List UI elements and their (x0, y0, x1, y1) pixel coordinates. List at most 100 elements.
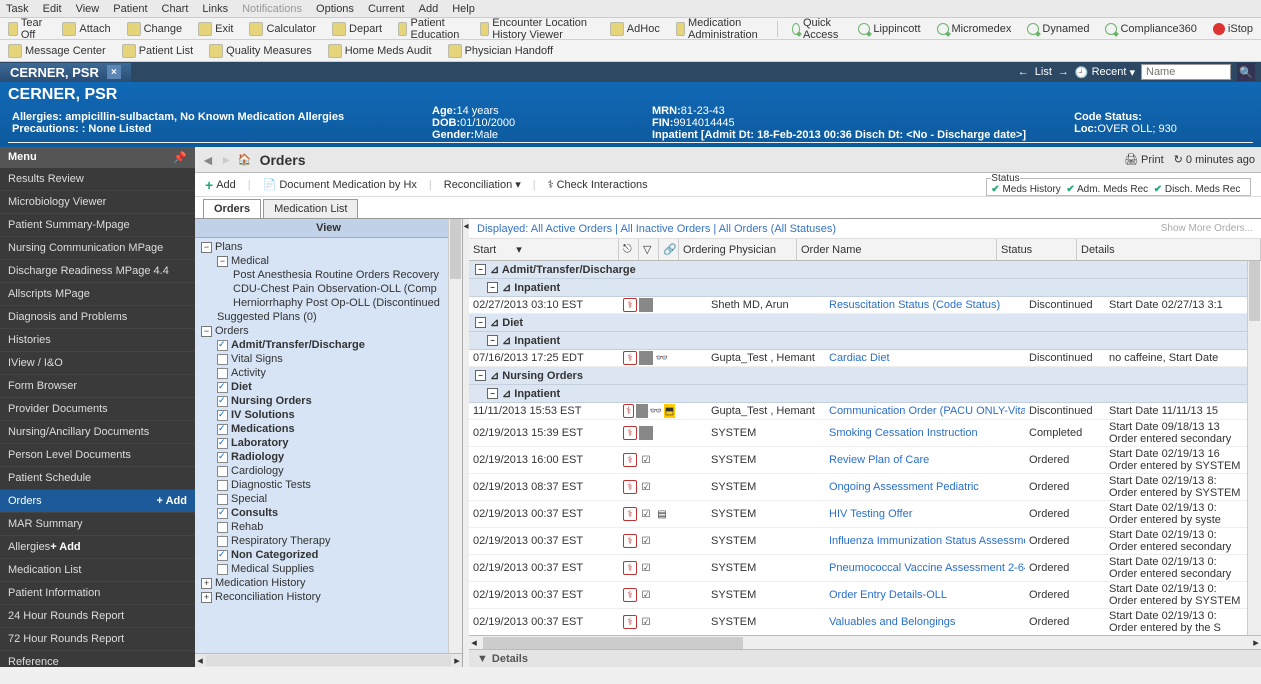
tb-change[interactable]: Change (123, 21, 187, 37)
sidebar-item-orders[interactable]: Orders+ Add (0, 490, 195, 513)
home-icon[interactable]: 🏠 (238, 153, 252, 166)
tree-plans[interactable]: −Plans (195, 240, 462, 254)
filter-bar[interactable]: Displayed: All Active Orders | All Inact… (469, 219, 1261, 239)
show-more-orders[interactable]: Show More Orders... (1161, 223, 1253, 234)
sidebar-item-person-level-documents[interactable]: Person Level Documents (0, 444, 195, 467)
sidebar-item-results-review[interactable]: Results Review (0, 168, 195, 191)
order-row[interactable]: 02/19/2013 15:39 EST⚕SYSTEMSmoking Cessa… (469, 420, 1261, 447)
grid-hscroll[interactable]: ◂▸ (469, 635, 1261, 649)
checkbox-icon[interactable] (217, 368, 228, 379)
collapse-icon[interactable]: − (475, 317, 486, 328)
tree-medical[interactable]: −Medical (195, 254, 462, 268)
tb-patient-education[interactable]: Patient Education (394, 16, 468, 42)
tb2-physician-handoff[interactable]: Physician Handoff (444, 43, 557, 59)
menu-chart[interactable]: Chart (162, 3, 189, 15)
order-row[interactable]: 02/19/2013 16:00 EST⚕☑SYSTEMReview Plan … (469, 447, 1261, 474)
checkbox-icon[interactable] (217, 354, 228, 365)
order-row[interactable]: 11/11/2013 15:53 EST⚕👓⬒Gupta_Test , Hema… (469, 403, 1261, 420)
order-row[interactable]: 02/19/2013 00:37 EST⚕☑SYSTEMOrder Entry … (469, 582, 1261, 609)
sidebar-item-allscripts-mpage[interactable]: Allscripts MPage (0, 283, 195, 306)
toggle-icon[interactable]: + (201, 592, 212, 603)
recent-button[interactable]: 🕘 Recent ▾ (1075, 66, 1135, 79)
sidebar-item-nursing-communication-mpage[interactable]: Nursing Communication MPage (0, 237, 195, 260)
sidebar-item-discharge-readiness-mpage-4-4[interactable]: Discharge Readiness MPage 4.4 (0, 260, 195, 283)
col-icon1[interactable]: ⎋ (619, 239, 639, 260)
collapse-icon[interactable]: − (487, 388, 498, 399)
menu-notifications[interactable]: Notifications (242, 3, 302, 15)
cell-order-name[interactable]: Communication Order (PACU ONLY-Vital Sig… (825, 404, 1025, 418)
tree-respiratory-therapy[interactable]: Respiratory Therapy (195, 534, 462, 548)
tb2-message-center[interactable]: Message Center (4, 43, 110, 59)
sidebar-item-72-hour-rounds-report[interactable]: 72 Hour Rounds Report (0, 628, 195, 651)
tree-rehab[interactable]: Rehab (195, 520, 462, 534)
add-order-button[interactable]: +Add (205, 177, 236, 193)
tb-calculator[interactable]: Calculator (245, 21, 320, 37)
col-status[interactable]: Status (997, 239, 1077, 260)
details-panel-header[interactable]: ▼ Details (469, 649, 1261, 667)
col-order-name[interactable]: Order Name (797, 239, 997, 260)
grid-vscroll[interactable] (1247, 261, 1261, 635)
tb-medication-administration[interactable]: Medication Administration (672, 16, 767, 42)
checkbox-icon[interactable] (217, 536, 228, 547)
sidebar-item-nursing-ancillary-documents[interactable]: Nursing/Ancillary Documents (0, 421, 195, 444)
sidebar-item-iview-i-o[interactable]: IView / I&O (0, 352, 195, 375)
col-details[interactable]: Details (1077, 239, 1261, 260)
checkbox-icon[interactable] (217, 424, 228, 435)
tb-micromedex[interactable]: Micromedex (933, 16, 1016, 42)
order-row[interactable]: 02/19/2013 00:37 EST⚕☑SYSTEMValuables an… (469, 609, 1261, 635)
close-tab-icon[interactable]: × (107, 65, 121, 79)
tree-vital-signs[interactable]: Vital Signs (195, 352, 462, 366)
tb-attach[interactable]: Attach (58, 21, 114, 37)
tb2-home-meds-audit[interactable]: Home Meds Audit (324, 43, 436, 59)
checkbox-icon[interactable] (217, 564, 228, 575)
sidebar-item-medication-list[interactable]: Medication List (0, 559, 195, 582)
tb-adhoc[interactable]: AdHoc (606, 21, 664, 37)
menu-edit[interactable]: Edit (43, 3, 62, 15)
menu-task[interactable]: Task (6, 3, 29, 15)
cell-order-name[interactable]: HIV Testing Offer (825, 507, 1025, 521)
tb-tear-off[interactable]: Tear Off (4, 16, 50, 42)
col-icon2[interactable]: ▽ (639, 239, 659, 260)
menu-current[interactable]: Current (368, 3, 405, 15)
sidebar-item-form-browser[interactable]: Form Browser (0, 375, 195, 398)
list-back-icon[interactable]: ← (1018, 66, 1029, 78)
tree-radiology[interactable]: Radiology (195, 450, 462, 464)
tree-iv-solutions[interactable]: IV Solutions (195, 408, 462, 422)
tree-reconciliation-history[interactable]: +Reconciliation History (195, 590, 462, 604)
sidebar-item-reference[interactable]: Reference (0, 651, 195, 667)
cell-order-name[interactable]: Cardiac Diet (825, 351, 1025, 365)
checkbox-icon[interactable] (217, 340, 228, 351)
toggle-icon[interactable]: + (201, 578, 212, 589)
menu-add[interactable]: Add (419, 3, 439, 15)
collapse-icon[interactable]: − (487, 282, 498, 293)
tree-cdu-chest-pain-observation-oll[interactable]: CDU-Chest Pain Observation-OLL (Comp (195, 282, 462, 296)
order-row[interactable]: 02/27/2013 03:10 EST⚕Sheth MD, ArunResus… (469, 297, 1261, 314)
sidebar-item-provider-documents[interactable]: Provider Documents (0, 398, 195, 421)
list-fwd-icon[interactable]: → (1058, 66, 1069, 78)
tree-nursing-orders[interactable]: Nursing Orders (195, 394, 462, 408)
tab-orders[interactable]: Orders (203, 199, 261, 218)
sidebar-item-histories[interactable]: Histories (0, 329, 195, 352)
tree-laboratory[interactable]: Laboratory (195, 436, 462, 450)
tree-non-categorized[interactable]: Non Categorized (195, 548, 462, 562)
toggle-icon[interactable]: − (201, 242, 212, 253)
grid-section[interactable]: −⊿ Inpatient (469, 332, 1261, 350)
patient-tab[interactable]: CERNER, PSR × (0, 63, 131, 82)
add-icon[interactable]: + Add (50, 541, 80, 553)
tree-diagnostic-tests[interactable]: Diagnostic Tests (195, 478, 462, 492)
tree-orders[interactable]: −Orders (195, 324, 462, 338)
order-row[interactable]: 02/19/2013 00:37 EST⚕☑▤SYSTEMHIV Testing… (469, 501, 1261, 528)
cell-order-name[interactable]: Resuscitation Status (Code Status) (825, 298, 1025, 312)
tree-consults[interactable]: Consults (195, 506, 462, 520)
list-button[interactable]: List (1035, 66, 1052, 78)
add-icon[interactable]: + Add (157, 495, 187, 507)
cell-order-name[interactable]: Ongoing Assessment Pediatric (825, 480, 1025, 494)
cell-order-name[interactable]: Pneumococcal Vaccine Assessment 2-64 (825, 561, 1025, 575)
sidebar-item-mar-summary[interactable]: MAR Summary (0, 513, 195, 536)
tree-medical-supplies[interactable]: Medical Supplies (195, 562, 462, 576)
grid-section[interactable]: −⊿ Diet (469, 314, 1261, 332)
search-icon[interactable]: 🔍 (1237, 63, 1255, 81)
tree-cardiology[interactable]: Cardiology (195, 464, 462, 478)
tb-encounter-location-history-viewer[interactable]: Encounter Location History Viewer (476, 16, 598, 42)
cell-order-name[interactable]: Smoking Cessation Instruction (825, 426, 1025, 440)
